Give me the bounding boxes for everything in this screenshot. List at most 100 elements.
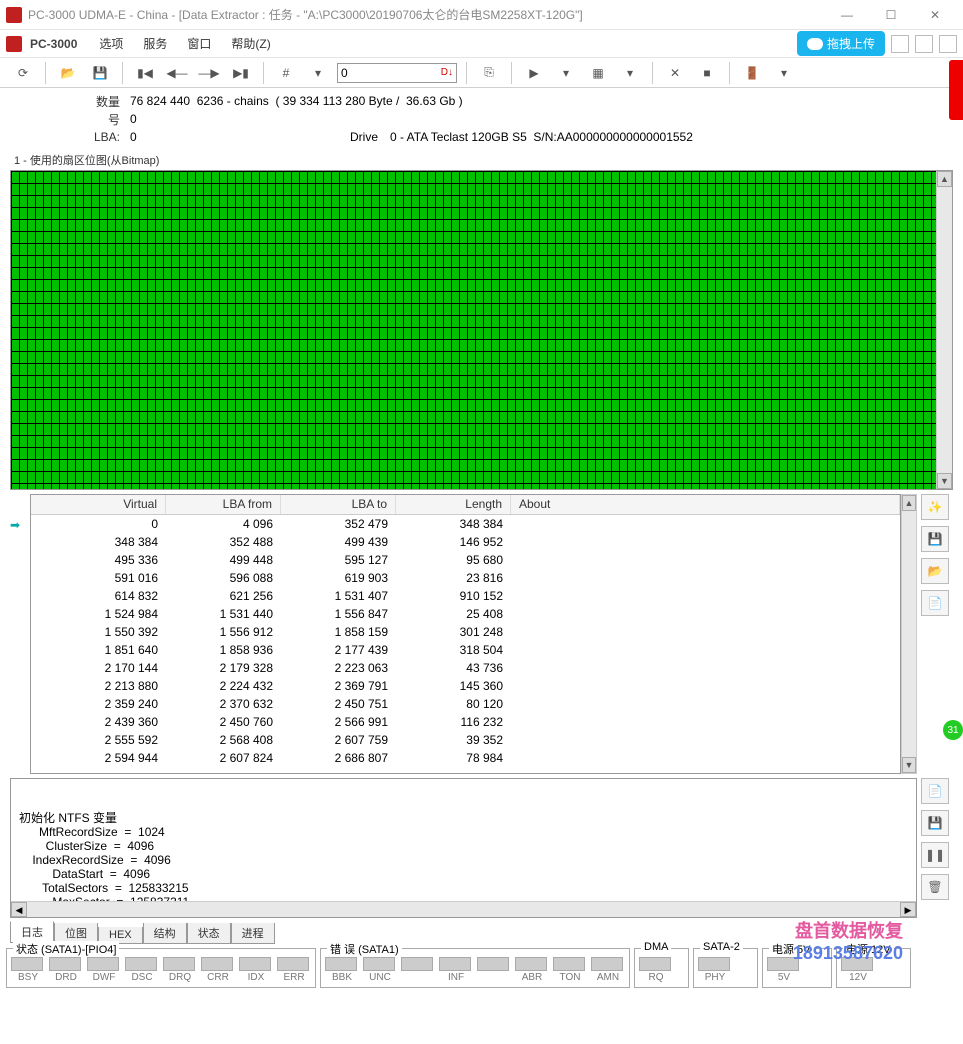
log-tool-doc-icon[interactable]: 📄 bbox=[921, 778, 949, 804]
menubar: PC-3000 选项 服务 窗口 帮助(Z) 拖拽上传 bbox=[0, 30, 963, 58]
led-label: DSC bbox=[125, 972, 159, 983]
table-row[interactable]: 1 550 3921 556 9121 858 159301 248 bbox=[31, 623, 900, 641]
col-lba-to[interactable]: LBA to bbox=[281, 495, 396, 514]
close-button[interactable]: ✕ bbox=[913, 1, 957, 29]
menu-window[interactable]: 窗口 bbox=[179, 33, 219, 54]
save-icon[interactable]: 💾 bbox=[87, 61, 113, 85]
log-line: TotalSectors = 125833215 bbox=[19, 881, 908, 895]
minimize-button[interactable]: — bbox=[825, 1, 869, 29]
matrix-dropdown-icon[interactable]: ▾ bbox=[617, 61, 643, 85]
led-box bbox=[11, 957, 43, 971]
table-row[interactable]: 2 555 5922 568 4082 607 75939 352 bbox=[31, 731, 900, 749]
led-box bbox=[125, 957, 157, 971]
mdi-close-button[interactable] bbox=[939, 35, 957, 53]
log-tool-clear-icon[interactable]: 🗑 bbox=[921, 874, 949, 900]
exit-dropdown-icon[interactable]: ▾ bbox=[771, 61, 797, 85]
led-label: PHY bbox=[698, 972, 732, 983]
tool-doc-icon[interactable]: 📄 bbox=[921, 590, 949, 616]
menu-service[interactable]: 服务 bbox=[135, 33, 175, 54]
upload-button[interactable]: 拖拽上传 bbox=[797, 31, 885, 56]
cell: 2 450 751 bbox=[281, 697, 396, 711]
col-length[interactable]: Length bbox=[396, 495, 511, 514]
log-hscrollbar[interactable]: ◀ ▶ bbox=[11, 901, 916, 917]
scroll-up-icon[interactable]: ▲ bbox=[937, 171, 952, 187]
led-box bbox=[87, 957, 119, 971]
led-label: CRR bbox=[201, 972, 235, 983]
cell: 78 984 bbox=[396, 751, 511, 765]
hscroll-track[interactable] bbox=[27, 902, 900, 917]
last-icon[interactable]: ▶▮ bbox=[228, 61, 254, 85]
tab-structure[interactable]: 结构 bbox=[143, 923, 187, 944]
col-lba-from[interactable]: LBA from bbox=[166, 495, 281, 514]
tool-new-icon[interactable]: ✨ bbox=[921, 494, 949, 520]
table-row[interactable]: 1 524 9841 531 4401 556 84725 408 bbox=[31, 605, 900, 623]
table-row[interactable]: 04 096352 479348 384 bbox=[31, 515, 900, 533]
table-row[interactable]: 2 359 2402 370 6322 450 75180 120 bbox=[31, 695, 900, 713]
led: DRQ bbox=[163, 957, 197, 983]
play-dropdown-icon[interactable]: ▾ bbox=[553, 61, 579, 85]
cell: 43 736 bbox=[396, 661, 511, 675]
open-icon[interactable]: 📂 bbox=[55, 61, 81, 85]
mdi-min-button[interactable] bbox=[891, 35, 909, 53]
cell: 614 832 bbox=[31, 589, 166, 603]
sector-bitmap[interactable] bbox=[11, 171, 936, 489]
right-dock-icon[interactable] bbox=[949, 60, 963, 120]
table-row[interactable]: 2 594 9442 607 8242 686 80778 984 bbox=[31, 749, 900, 767]
log-tool-save-icon[interactable]: 💾 bbox=[921, 810, 949, 836]
table-row[interactable]: 2 170 1442 179 3282 223 06343 736 bbox=[31, 659, 900, 677]
prev-icon[interactable]: ◀— bbox=[164, 61, 190, 85]
dropdown-icon[interactable]: ▾ bbox=[305, 61, 331, 85]
chain-table[interactable]: Virtual LBA from LBA to Length About 04 … bbox=[30, 494, 901, 774]
table-row[interactable]: 495 336499 448595 12795 680 bbox=[31, 551, 900, 569]
qty-label: 数量 bbox=[40, 93, 130, 110]
first-icon[interactable]: ▮◀ bbox=[132, 61, 158, 85]
tab-log[interactable]: 日志 bbox=[10, 921, 54, 943]
grid-icon[interactable]: # bbox=[273, 61, 299, 85]
led-label: RQ bbox=[639, 972, 673, 983]
maximize-button[interactable]: ☐ bbox=[869, 1, 913, 29]
log-tool-pause-icon[interactable]: ❚❚ bbox=[921, 842, 949, 868]
led: AMN bbox=[591, 957, 625, 983]
log-box[interactable]: 初始化 NTFS 变量 MftRecordSize = 1024 Cluster… bbox=[10, 778, 917, 918]
led-label: 12V bbox=[841, 972, 875, 983]
scroll-track[interactable] bbox=[937, 187, 952, 473]
refresh-icon[interactable]: ⟳ bbox=[10, 61, 36, 85]
tool-open-icon[interactable]: 📂 bbox=[921, 558, 949, 584]
goto-icon[interactable]: D↓ bbox=[441, 67, 453, 78]
table-scrollbar[interactable]: ▲ ▼ bbox=[901, 494, 917, 774]
exit-icon[interactable]: 🚪 bbox=[739, 61, 765, 85]
mdi-restore-button[interactable] bbox=[915, 35, 933, 53]
next-icon[interactable]: —▶ bbox=[196, 61, 222, 85]
tools-icon[interactable]: ✕ bbox=[662, 61, 688, 85]
col-virtual[interactable]: Virtual bbox=[31, 495, 166, 514]
address-input[interactable]: 0 D↓ bbox=[337, 63, 457, 83]
hscroll-left-icon[interactable]: ◀ bbox=[11, 902, 27, 917]
led-label: AMN bbox=[591, 972, 625, 983]
table-row[interactable]: 2 439 3602 450 7602 566 991116 232 bbox=[31, 713, 900, 731]
hscroll-right-icon[interactable]: ▶ bbox=[900, 902, 916, 917]
play-icon[interactable]: ▶ bbox=[521, 61, 547, 85]
bitmap-scrollbar[interactable]: ▲ ▼ bbox=[936, 171, 952, 489]
led bbox=[477, 957, 511, 983]
tab-process[interactable]: 进程 bbox=[231, 923, 275, 944]
table-row[interactable]: 614 832621 2561 531 407910 152 bbox=[31, 587, 900, 605]
table-scroll-down-icon[interactable]: ▼ bbox=[902, 757, 916, 773]
table-row[interactable]: 2 213 8802 224 4322 369 791145 360 bbox=[31, 677, 900, 695]
col-about[interactable]: About bbox=[511, 495, 900, 514]
tab-status[interactable]: 状态 bbox=[187, 923, 231, 944]
table-row[interactable]: 348 384352 488499 439146 952 bbox=[31, 533, 900, 551]
stop-icon[interactable]: ■ bbox=[694, 61, 720, 85]
export-icon[interactable]: ⎘ bbox=[476, 61, 502, 85]
cell: 2 686 807 bbox=[281, 751, 396, 765]
tool-save-icon[interactable]: 💾 bbox=[921, 526, 949, 552]
scroll-down-icon[interactable]: ▼ bbox=[937, 473, 952, 489]
table-row[interactable]: 1 851 6401 858 9362 177 439318 504 bbox=[31, 641, 900, 659]
table-scroll-up-icon[interactable]: ▲ bbox=[902, 495, 916, 511]
cell: 2 607 824 bbox=[166, 751, 281, 765]
table-row[interactable]: 591 016596 088619 90323 816 bbox=[31, 569, 900, 587]
menu-options[interactable]: 选项 bbox=[91, 33, 131, 54]
right-badge[interactable]: 31 bbox=[943, 720, 963, 740]
table-scroll-track[interactable] bbox=[902, 511, 916, 757]
menu-help[interactable]: 帮助(Z) bbox=[223, 33, 278, 54]
matrix-icon[interactable]: ▦ bbox=[585, 61, 611, 85]
